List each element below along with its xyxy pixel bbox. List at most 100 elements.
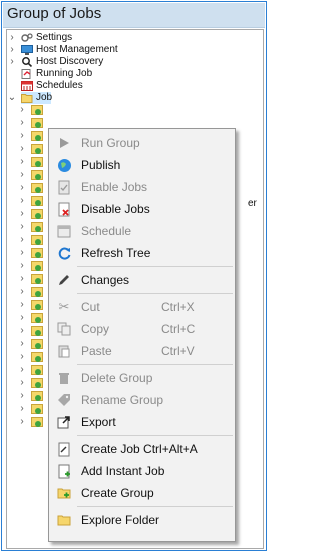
job-status-icon	[31, 183, 43, 193]
expand-arrow-icon[interactable]: ›	[7, 32, 17, 44]
expand-arrow-icon[interactable]: ›	[17, 195, 27, 207]
expand-arrow-icon[interactable]: ›	[17, 403, 27, 415]
expand-arrow-icon[interactable]: ›	[17, 377, 27, 389]
tree-item-host-management[interactable]: › Host Management	[7, 44, 257, 56]
menu-item-label: Add Instant Job	[81, 464, 165, 478]
menu-item-rename-group[interactable]: Rename Group	[49, 389, 235, 411]
job-status-icon	[31, 313, 43, 323]
menu-item-run-group[interactable]: Run Group	[49, 132, 235, 154]
menu-separator	[77, 293, 233, 294]
menu-item-changes[interactable]: Changes	[49, 269, 235, 291]
expand-arrow-icon[interactable]: ›	[17, 247, 27, 259]
export-icon	[56, 414, 72, 430]
tree-item-label: Host Management	[36, 44, 118, 55]
create-job-icon	[56, 441, 72, 457]
running-job-icon	[21, 69, 33, 79]
job-status-icon	[31, 404, 43, 414]
expand-arrow-icon[interactable]: ›	[17, 130, 27, 142]
tree-item-label-fragment: er	[248, 198, 257, 209]
calendar-icon	[56, 223, 72, 239]
expand-arrow-icon[interactable]: ›	[17, 156, 27, 168]
expand-arrow-icon[interactable]: ›	[17, 182, 27, 194]
pencil-icon	[56, 272, 72, 288]
menu-item-paste[interactable]: Paste Ctrl+V	[49, 340, 235, 362]
job-row[interactable]: ›	[7, 104, 67, 116]
menu-item-copy[interactable]: Copy Ctrl+C	[49, 318, 235, 340]
menu-item-label: Explore Folder	[81, 513, 160, 527]
menu-item-label: Delete Group	[81, 371, 153, 385]
expand-arrow-icon[interactable]: ›	[17, 143, 27, 155]
menu-item-publish[interactable]: Publish	[49, 154, 235, 176]
menu-item-disable-jobs[interactable]: Disable Jobs	[49, 198, 235, 220]
expand-arrow-icon[interactable]: ›	[17, 117, 27, 129]
tree-item-running-job[interactable]: Running Job	[7, 68, 257, 80]
disable-doc-icon	[56, 201, 72, 217]
expand-arrow-icon[interactable]: ›	[17, 390, 27, 402]
expand-arrow-icon[interactable]: ›	[7, 56, 17, 68]
menu-item-shortcut: Ctrl+V	[161, 344, 195, 358]
monitor-icon	[21, 45, 33, 55]
job-status-icon	[31, 391, 43, 401]
tree-item-job-root[interactable]: ⌄ Job	[7, 92, 257, 104]
menu-item-create-group[interactable]: Create Group	[49, 482, 235, 504]
menu-item-export[interactable]: Export	[49, 411, 235, 433]
expand-arrow-icon[interactable]: ›	[17, 221, 27, 233]
refresh-icon	[56, 245, 72, 261]
menu-item-explore-folder[interactable]: Explore Folder	[49, 509, 235, 531]
job-status-icon	[31, 326, 43, 336]
menu-item-label: Changes	[81, 273, 130, 287]
collapse-arrow-icon[interactable]: ⌄	[7, 92, 17, 104]
scissors-icon: ✂	[58, 299, 70, 314]
tree-item-settings[interactable]: › Settings	[7, 32, 257, 44]
expand-arrow-icon[interactable]: ›	[17, 169, 27, 181]
expand-arrow-icon[interactable]: ›	[17, 351, 27, 363]
job-status-icon	[31, 105, 43, 115]
expand-arrow-icon[interactable]: ›	[17, 364, 27, 376]
expand-arrow-icon[interactable]: ›	[17, 234, 27, 246]
menu-item-shortcut: Ctrl+C	[161, 322, 196, 336]
expand-arrow-icon[interactable]: ›	[17, 286, 27, 298]
menu-item-label: Paste	[81, 344, 112, 358]
menu-item-label: Create Job Ctrl+Alt+A	[81, 442, 198, 456]
expand-arrow-icon[interactable]: ›	[17, 104, 27, 116]
job-status-icon	[31, 274, 43, 284]
tree-item-host-discovery[interactable]: › Host Discovery	[7, 56, 257, 68]
menu-item-refresh-tree[interactable]: Refresh Tree	[49, 242, 235, 264]
enable-doc-icon	[56, 179, 72, 195]
menu-item-schedule[interactable]: Schedule	[49, 220, 235, 242]
expand-arrow-icon[interactable]: ›	[17, 325, 27, 337]
menu-item-label: Copy	[81, 322, 110, 336]
menu-item-label: Rename Group	[81, 393, 164, 407]
expand-arrow-icon[interactable]: ›	[17, 338, 27, 350]
search-icon	[21, 57, 33, 68]
job-status-icon	[31, 118, 43, 128]
expand-arrow-icon[interactable]: ›	[17, 260, 27, 272]
menu-item-label: Create Group	[81, 486, 154, 500]
menu-item-label: Publish	[81, 158, 121, 172]
window-title: Group of Jobs	[7, 5, 102, 22]
job-status-icon	[31, 417, 43, 427]
menu-item-cut[interactable]: ✂ Cut Ctrl+X	[49, 296, 235, 318]
expand-arrow-icon[interactable]: ›	[17, 208, 27, 220]
menu-item-add-instant-job[interactable]: Add Instant Job	[49, 460, 235, 482]
expand-arrow-icon[interactable]: ›	[17, 273, 27, 285]
job-status-icon	[31, 144, 43, 154]
menu-item-label: Cut	[81, 300, 100, 314]
tree-item-label: Host Discovery	[36, 56, 104, 67]
tree-item-schedules[interactable]: Schedules	[7, 80, 257, 92]
expand-arrow-icon[interactable]: ›	[7, 44, 17, 56]
context-menu: Run Group Publish Enable Jobs Disable Jo…	[48, 128, 236, 542]
create-group-icon	[56, 485, 72, 501]
paste-icon	[56, 343, 72, 359]
folder-icon	[56, 512, 72, 528]
menu-item-create-job[interactable]: Create Job Ctrl+Alt+A	[49, 438, 235, 460]
expand-arrow-icon[interactable]: ›	[17, 299, 27, 311]
menu-item-enable-jobs[interactable]: Enable Jobs	[49, 176, 235, 198]
expand-arrow-icon[interactable]: ›	[17, 312, 27, 324]
menu-item-delete-group[interactable]: Delete Group	[49, 367, 235, 389]
expand-arrow-icon[interactable]: ›	[17, 416, 27, 428]
tree-item-label: Job	[36, 92, 53, 103]
job-status-icon	[31, 222, 43, 232]
menu-separator	[77, 266, 233, 267]
job-status-icon	[31, 300, 43, 310]
